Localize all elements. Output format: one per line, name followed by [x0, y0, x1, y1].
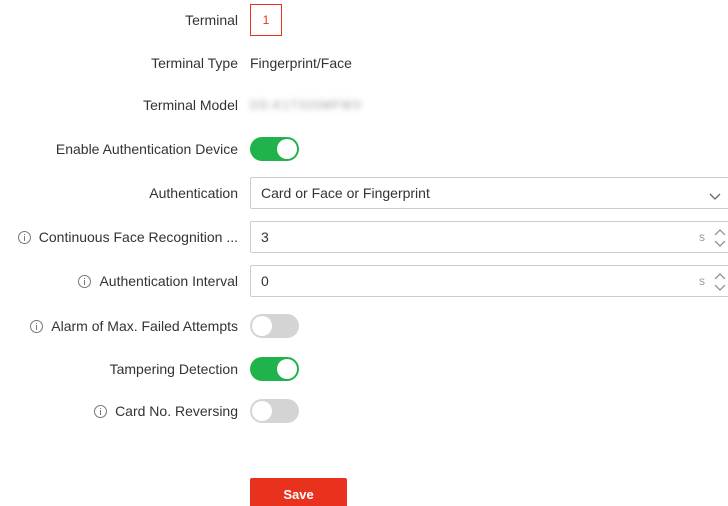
toggle-knob [252, 316, 272, 336]
continuous-face-recognition-label: Continuous Face Recognition ... [17, 221, 238, 253]
terminal-type-row: Terminal Type Fingerprint/Face [0, 47, 728, 79]
number-stepper-icon[interactable] [713, 270, 727, 294]
alarm-max-failed-label: Alarm of Max. Failed Attempts [30, 310, 238, 342]
info-icon[interactable] [78, 274, 92, 288]
info-icon[interactable] [17, 230, 31, 244]
terminal-model-label: Terminal Model [143, 97, 238, 113]
tampering-detection-toggle[interactable] [250, 357, 299, 381]
terminal-type-value: Fingerprint/Face [250, 55, 352, 71]
continuous-face-recognition-text: Continuous Face Recognition ... [38, 229, 238, 245]
card-no-reversing-row: Card No. Reversing [0, 395, 728, 427]
enable-auth-device-label: Enable Authentication Device [55, 141, 238, 157]
chevron-down-icon [709, 188, 721, 200]
enable-auth-device-toggle[interactable] [250, 137, 299, 161]
card-no-reversing-toggle[interactable] [250, 399, 299, 423]
authentication-select[interactable]: Card or Face or Fingerprint [250, 177, 728, 209]
terminal-model-row: Terminal Model DS-K1T320MFWX [0, 89, 728, 121]
authentication-row: Authentication Card or Face or Fingerpri… [0, 177, 728, 209]
terminal-settings-page: Terminal 1 Terminal Type Fingerprint/Fac… [0, 0, 728, 506]
authentication-label: Authentication [149, 185, 238, 201]
continuous-face-recognition-input[interactable]: 3 s [250, 221, 728, 253]
alarm-max-failed-toggle[interactable] [250, 314, 299, 338]
authentication-interval-value: 0 [261, 273, 269, 289]
terminal-label: Terminal [185, 12, 238, 28]
authentication-interval-text: Authentication Interval [99, 273, 238, 289]
continuous-face-recognition-value: 3 [261, 229, 269, 245]
terminal-row: Terminal 1 [0, 4, 728, 36]
card-no-reversing-label: Card No. Reversing [94, 395, 238, 427]
toggle-knob [277, 139, 297, 159]
authentication-interval-input[interactable]: 0 s [250, 265, 728, 297]
authentication-interval-label: Authentication Interval [78, 265, 238, 297]
tampering-detection-row: Tampering Detection [0, 353, 728, 385]
terminal-number-tile[interactable]: 1 [250, 4, 282, 36]
card-no-reversing-text: Card No. Reversing [115, 403, 238, 419]
authentication-selected-value: Card or Face or Fingerprint [261, 185, 430, 201]
terminal-model-value: DS-K1T320MFWX [250, 98, 363, 112]
alarm-max-failed-text: Alarm of Max. Failed Attempts [51, 318, 238, 334]
unit-label: s [699, 230, 705, 244]
enable-auth-device-row: Enable Authentication Device [0, 133, 728, 165]
authentication-interval-row: Authentication Interval 0 s [0, 265, 728, 297]
toggle-knob [277, 359, 297, 379]
tampering-detection-label: Tampering Detection [109, 361, 238, 377]
info-icon[interactable] [30, 319, 44, 333]
alarm-max-failed-row: Alarm of Max. Failed Attempts [0, 310, 728, 342]
toggle-knob [252, 401, 272, 421]
unit-label: s [699, 274, 705, 288]
save-button[interactable]: Save [250, 478, 347, 506]
info-icon[interactable] [94, 404, 108, 418]
number-stepper-icon[interactable] [713, 226, 727, 250]
continuous-face-recognition-row: Continuous Face Recognition ... 3 s [0, 221, 728, 253]
terminal-type-label: Terminal Type [151, 55, 238, 71]
